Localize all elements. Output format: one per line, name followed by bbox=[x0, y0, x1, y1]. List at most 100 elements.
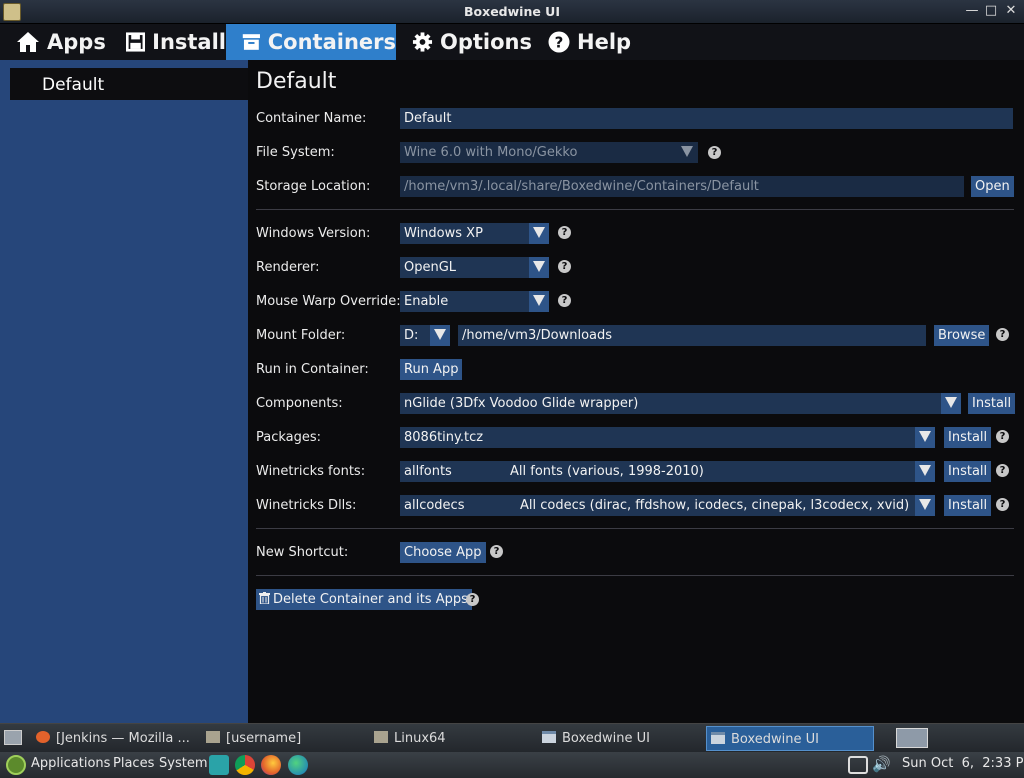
window-icon bbox=[542, 731, 556, 743]
applications-menu[interactable]: Applications bbox=[31, 756, 110, 771]
delete-container-button[interactable]: Delete Container and its Apps bbox=[256, 589, 472, 610]
help-icon[interactable]: ? bbox=[996, 498, 1009, 511]
choose-app-button[interactable]: Choose App bbox=[400, 542, 486, 563]
chevron-down-icon bbox=[919, 465, 931, 476]
chevron-down-icon bbox=[681, 146, 693, 157]
system-panel: Applications Places System 🔊 Sun Oct 6, … bbox=[0, 752, 1024, 778]
help-icon[interactable]: ? bbox=[996, 328, 1009, 341]
clock[interactable]: Sun Oct 6, 2:33 PM bbox=[902, 756, 1024, 771]
run-app-button[interactable]: Run App bbox=[400, 359, 463, 380]
help-icon[interactable]: ? bbox=[996, 430, 1009, 443]
tab-help[interactable]: ? Help bbox=[532, 24, 642, 60]
help-icon[interactable]: ? bbox=[558, 226, 571, 239]
system-menu[interactable]: System bbox=[159, 756, 207, 771]
help-icon[interactable]: ? bbox=[466, 593, 479, 606]
tab-label: Help bbox=[577, 30, 632, 54]
task-boxedwine-1[interactable]: Boxedwine UI bbox=[542, 726, 702, 751]
window-title: Boxedwine UI bbox=[464, 4, 560, 19]
chevron-down-icon bbox=[945, 397, 957, 408]
tab-install[interactable]: Install bbox=[110, 24, 226, 60]
windows-version-select[interactable]: Windows XP bbox=[400, 223, 549, 244]
windows-version-label: Windows Version: bbox=[256, 226, 371, 241]
edge-dev-icon[interactable] bbox=[288, 755, 308, 775]
winetricks-dlls-value: allcodecs bbox=[404, 498, 465, 513]
task-label: Boxedwine UI bbox=[731, 732, 819, 747]
mouse-warp-label: Mouse Warp Override: bbox=[256, 294, 401, 309]
winetricks-dlls-select[interactable]: allcodecs All codecs (dirac, ffdshow, ico… bbox=[400, 495, 935, 516]
task-username[interactable]: [username] bbox=[206, 726, 366, 751]
chevron-down-icon bbox=[533, 295, 545, 306]
page-title: Default bbox=[256, 69, 337, 94]
renderer-select[interactable]: OpenGL bbox=[400, 257, 549, 278]
container-settings-panel: Default Container Name: Default File Sys… bbox=[248, 60, 1024, 723]
trash-icon bbox=[259, 592, 270, 605]
svg-text:?: ? bbox=[555, 34, 564, 52]
install-package-button[interactable]: Install bbox=[944, 427, 992, 448]
packages-dropdown[interactable] bbox=[915, 427, 935, 448]
help-icon[interactable]: ? bbox=[558, 294, 571, 307]
task-linux64[interactable]: Linux64 bbox=[374, 726, 534, 751]
network-icon[interactable] bbox=[848, 756, 868, 774]
task-label: Linux64 bbox=[394, 731, 446, 746]
firefox-icon[interactable] bbox=[261, 755, 281, 775]
components-label: Components: bbox=[256, 396, 343, 411]
task-jenkins[interactable]: [Jenkins — Mozilla ... bbox=[36, 726, 196, 751]
container-list: Default bbox=[0, 60, 248, 723]
vscode-icon[interactable] bbox=[209, 755, 229, 775]
packages-select[interactable]: 8086tiny.tcz bbox=[400, 427, 935, 448]
winetricks-fonts-dropdown[interactable] bbox=[915, 461, 935, 482]
chevron-down-icon bbox=[919, 431, 931, 442]
divider bbox=[256, 209, 1014, 210]
show-desktop-icon[interactable] bbox=[4, 730, 22, 745]
folder-icon bbox=[206, 731, 220, 743]
task-label: Boxedwine UI bbox=[562, 731, 650, 746]
task-label: [username] bbox=[226, 731, 302, 746]
help-icon[interactable]: ? bbox=[708, 146, 721, 159]
volume-icon[interactable]: 🔊 bbox=[872, 755, 891, 773]
places-menu[interactable]: Places bbox=[113, 756, 154, 771]
tab-containers[interactable]: Containers bbox=[226, 24, 396, 60]
install-font-button[interactable]: Install bbox=[944, 461, 992, 482]
workspace-switcher[interactable] bbox=[896, 728, 928, 748]
mount-path-input[interactable]: /home/vm3/Downloads bbox=[458, 325, 926, 346]
components-select[interactable]: nGlide (3Dfx Voodoo Glide wrapper) bbox=[400, 393, 961, 414]
close-button[interactable]: ✕ bbox=[1003, 3, 1019, 19]
container-item-default[interactable]: Default bbox=[10, 68, 248, 100]
windows-version-dropdown[interactable] bbox=[529, 223, 549, 244]
window-icon bbox=[711, 732, 725, 744]
browse-button[interactable]: Browse bbox=[934, 325, 990, 346]
mouse-warp-value: Enable bbox=[404, 294, 449, 309]
tab-apps[interactable]: Apps bbox=[0, 24, 110, 60]
winetricks-fonts-select[interactable]: allfonts All fonts (various, 1998-2010) bbox=[400, 461, 935, 482]
mouse-warp-select[interactable]: Enable bbox=[400, 291, 549, 312]
file-system-value: Wine 6.0 with Mono/Gekko bbox=[404, 145, 578, 160]
new-shortcut-label: New Shortcut: bbox=[256, 545, 349, 560]
maximize-button[interactable]: □ bbox=[983, 3, 999, 19]
renderer-dropdown[interactable] bbox=[529, 257, 549, 278]
task-boxedwine-2[interactable]: Boxedwine UI bbox=[706, 726, 874, 751]
box-icon bbox=[242, 34, 260, 50]
save-icon bbox=[126, 32, 146, 52]
chrome-icon[interactable] bbox=[235, 755, 255, 775]
open-button[interactable]: Open bbox=[971, 176, 1014, 197]
window-list-taskbar: [Jenkins — Mozilla ... [username] Linux6… bbox=[0, 723, 1024, 752]
tab-options[interactable]: Options bbox=[396, 24, 532, 60]
delete-container-label: Delete Container and its Apps bbox=[273, 592, 468, 607]
file-system-select[interactable]: Wine 6.0 with Mono/Gekko bbox=[400, 142, 698, 163]
winetricks-dlls-dropdown[interactable] bbox=[915, 495, 935, 516]
home-icon bbox=[17, 32, 39, 52]
container-name-input[interactable]: Default bbox=[400, 108, 1013, 129]
install-component-button[interactable]: Install bbox=[968, 393, 1016, 414]
components-value: nGlide (3Dfx Voodoo Glide wrapper) bbox=[404, 396, 639, 411]
mouse-warp-dropdown[interactable] bbox=[529, 291, 549, 312]
minimize-button[interactable]: — bbox=[964, 3, 980, 19]
menu-logo-icon[interactable] bbox=[6, 755, 26, 775]
run-in-container-label: Run in Container: bbox=[256, 362, 369, 377]
help-icon[interactable]: ? bbox=[996, 464, 1009, 477]
install-dll-button[interactable]: Install bbox=[944, 495, 992, 516]
storage-location-input[interactable]: /home/vm3/.local/share/Boxedwine/Contain… bbox=[400, 176, 964, 197]
mount-drive-dropdown[interactable] bbox=[430, 325, 450, 346]
help-icon[interactable]: ? bbox=[490, 545, 503, 558]
components-dropdown[interactable] bbox=[941, 393, 961, 414]
help-icon[interactable]: ? bbox=[558, 260, 571, 273]
